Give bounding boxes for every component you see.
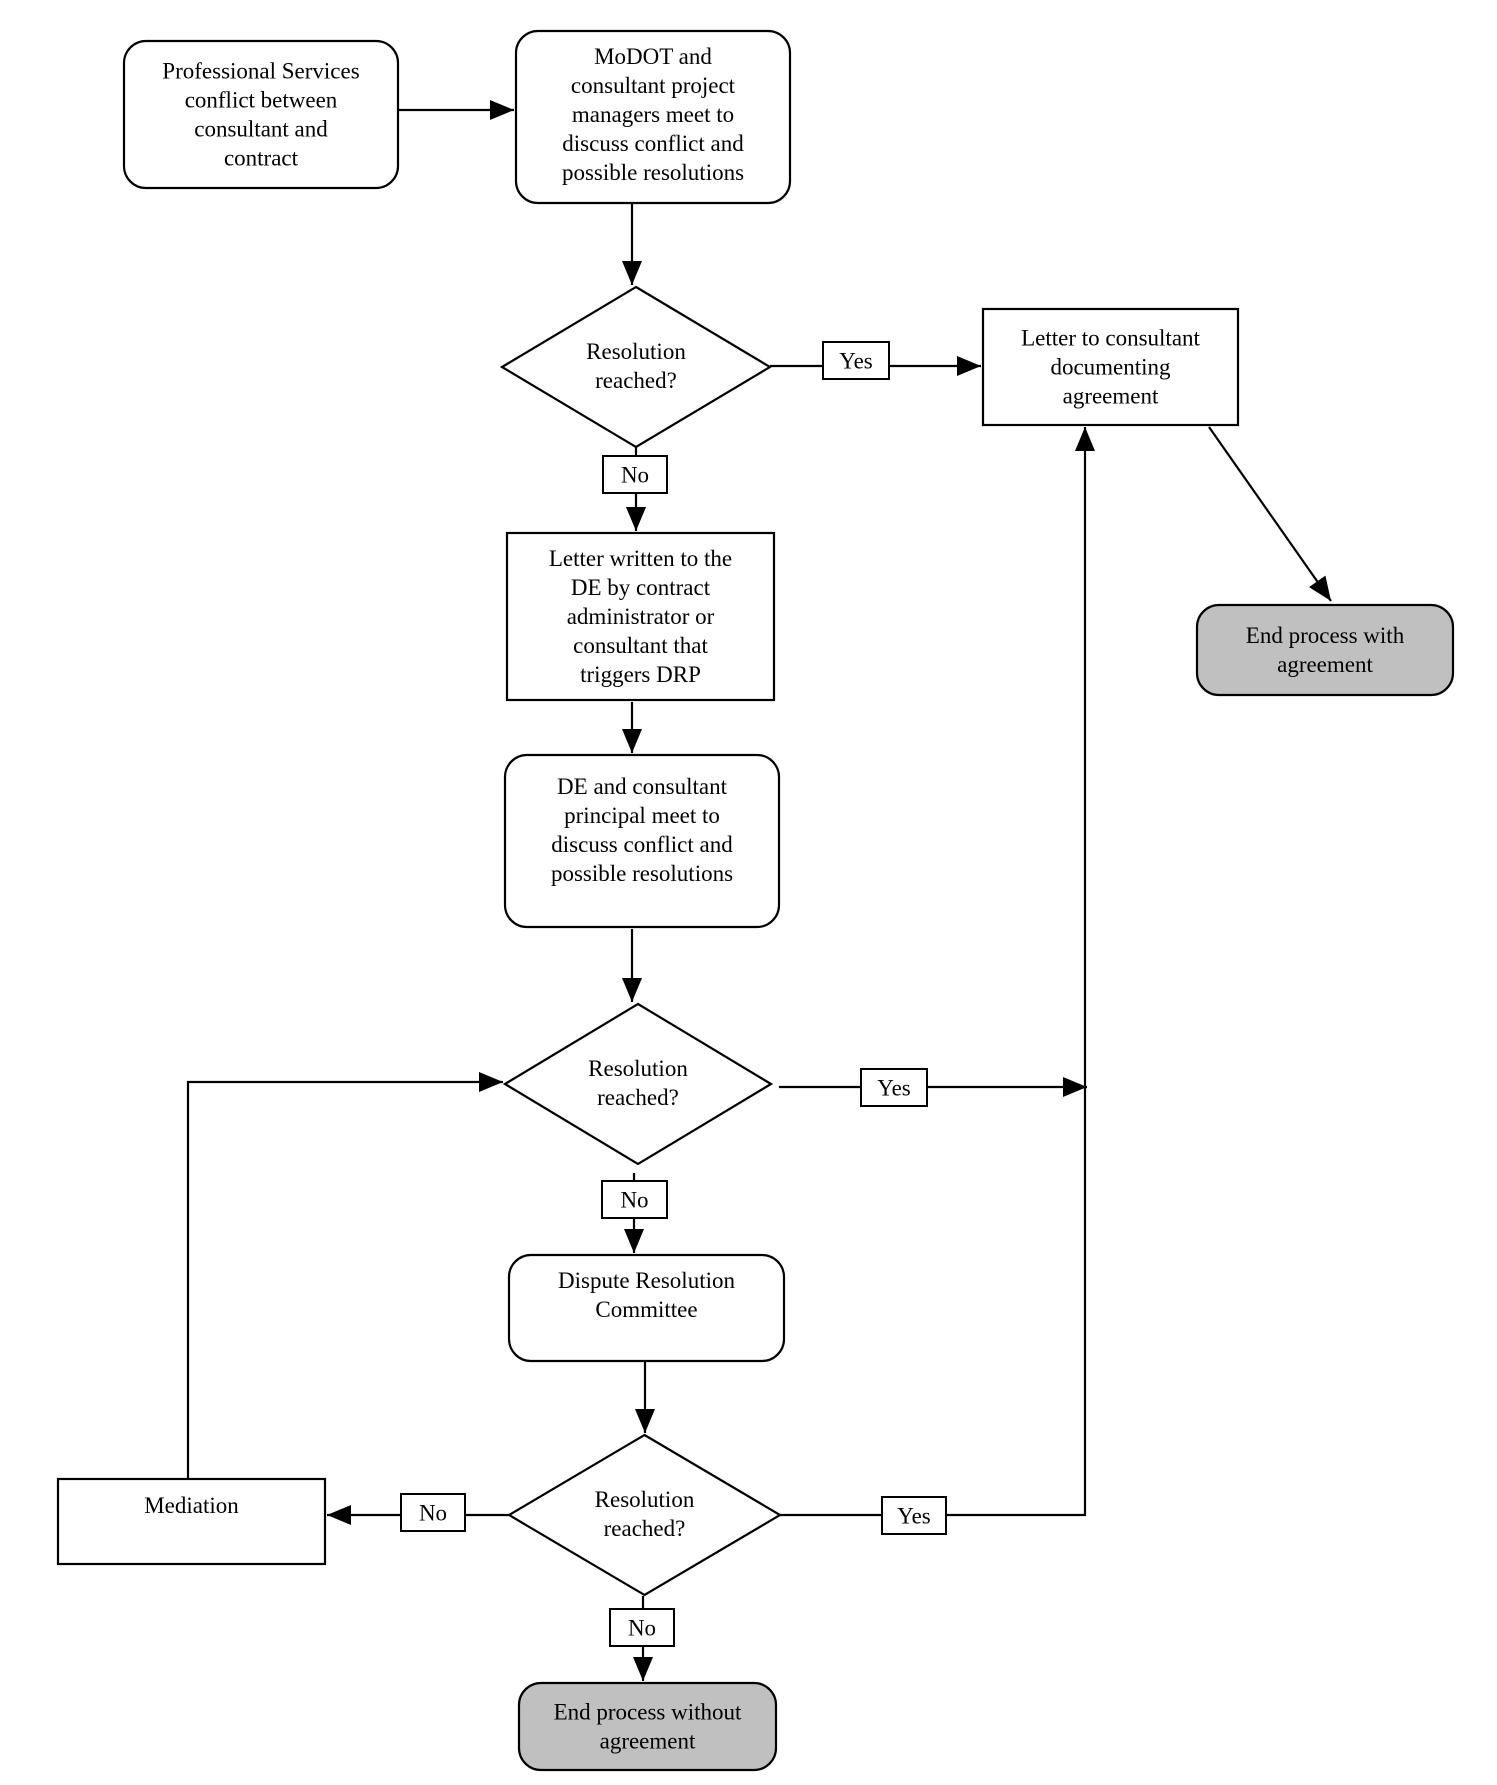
node-label-line: Letter written to the [549, 546, 732, 571]
edge-label-no: No [400, 1493, 466, 1532]
edge-label-text: No [628, 1616, 656, 1641]
edge-label-text: Yes [897, 1504, 931, 1529]
node-label-line: Mediation [144, 1493, 239, 1518]
node-de-meet: DE and consultant principal meet to discus… [503, 753, 781, 929]
node-label-line: discuss conflict and [562, 131, 744, 156]
decision-diamond [499, 285, 773, 449]
arrowhead-icon [490, 100, 514, 120]
node-letter-agree: Letter to consultant documenting agreement [981, 307, 1240, 427]
arrowhead-icon [957, 356, 981, 376]
arrowhead-icon [633, 1657, 653, 1681]
edge-label-text: Yes [877, 1076, 911, 1101]
edge-label-yes: Yes [860, 1068, 928, 1107]
terminal-box [1195, 603, 1455, 697]
node-start: Professional Services conflict between con… [122, 39, 400, 190]
node-label-line: End process without [554, 1700, 742, 1725]
node-label-line: conflict between [185, 88, 338, 113]
edge-label-no: No [609, 1608, 675, 1647]
node-label-line: agreement [600, 1729, 696, 1754]
node-label-line: contract [224, 146, 299, 171]
node-label-line: DE by contract [571, 575, 711, 600]
arrowhead-icon [1063, 1077, 1087, 1097]
arrowhead-icon [327, 1505, 351, 1525]
edge-label-text: No [620, 1188, 648, 1213]
node-label-line: documenting [1050, 355, 1171, 380]
node-end-no-agree: End process without agreement [517, 1681, 778, 1772]
node-pm-meet: MoDOT and consultant project managers meet… [514, 29, 792, 205]
arrowhead-icon [635, 1409, 655, 1433]
node-end-agree: End process with agreement [1195, 603, 1455, 697]
arrowhead-icon [622, 729, 642, 753]
edge-mediation-to-decision2 [186, 1080, 503, 1479]
node-label-line: reached? [604, 1516, 686, 1541]
edge-label-no: No [601, 1180, 668, 1219]
node-label-line: End process with [1246, 623, 1405, 648]
node-label-line: possible resolutions [551, 861, 733, 886]
arrowhead-icon [624, 1229, 644, 1253]
node-letter-de: Letter written to the DE by contract admin… [505, 531, 776, 702]
edge-label-yes: Yes [881, 1496, 947, 1535]
node-label-line: triggers DRP [580, 662, 701, 687]
edge-label-text: No [419, 1501, 447, 1526]
node-label-line: Resolution [586, 339, 686, 364]
node-label-line: Dispute Resolution [558, 1268, 735, 1293]
node-label-line: principal meet to [564, 803, 720, 828]
node-label-line: reached? [595, 368, 677, 393]
node-label-line: consultant that [573, 633, 708, 658]
node-label-line: consultant project [571, 73, 736, 98]
node-label-line: possible resolutions [562, 160, 744, 185]
node-drc: Dispute Resolution Committee [507, 1253, 786, 1363]
arrowhead-icon [622, 261, 642, 285]
node-label-line: Resolution [595, 1487, 695, 1512]
flowchart-canvas: Professional Services conflict between con… [56, 29, 1455, 1772]
nodes-layer: Professional Services conflict between con… [56, 29, 1455, 1772]
node-label-line: agreement [1277, 652, 1373, 677]
node-label-line: Letter to consultant [1021, 326, 1200, 351]
arrowhead-icon [479, 1072, 503, 1092]
arrowhead-icon [1309, 575, 1331, 601]
node-label-line: Committee [595, 1297, 697, 1322]
decision-diamond [506, 1433, 783, 1597]
node-label-line: Resolution [588, 1056, 688, 1081]
edge-letter-agree-to-end-agree [1208, 426, 1332, 602]
node-decision1: Resolution reached? [499, 285, 773, 449]
edge-label-no: No [602, 455, 668, 494]
edge-label-text: No [621, 463, 649, 488]
arrowhead-icon [622, 978, 642, 1002]
node-label-line: discuss conflict and [551, 832, 733, 857]
edge-decision3-to-letter-agree [780, 427, 1087, 1517]
node-label-line: agreement [1063, 384, 1159, 409]
node-label-line: administrator or [567, 604, 715, 629]
arrowhead-icon [626, 507, 646, 531]
node-label-line: consultant and [194, 117, 328, 142]
node-label-line: MoDOT and [594, 44, 712, 69]
node-decision3: Resolution reached? [506, 1433, 783, 1597]
node-label-line: managers meet to [572, 102, 734, 127]
edge-label-text: Yes [839, 349, 873, 374]
node-label-line: DE and consultant [557, 774, 728, 799]
node-decision2: Resolution reached? [502, 1002, 774, 1166]
arrowhead-icon [1075, 427, 1095, 451]
terminal-box [517, 1681, 778, 1772]
process-box [56, 1477, 327, 1566]
node-label-line: Professional Services [162, 59, 359, 84]
edge-label-yes: Yes [822, 341, 890, 380]
decision-diamond [502, 1002, 774, 1166]
node-label: Mediation [144, 1493, 239, 1518]
node-label-line: reached? [597, 1085, 679, 1110]
node-mediation: Mediation [56, 1477, 327, 1566]
